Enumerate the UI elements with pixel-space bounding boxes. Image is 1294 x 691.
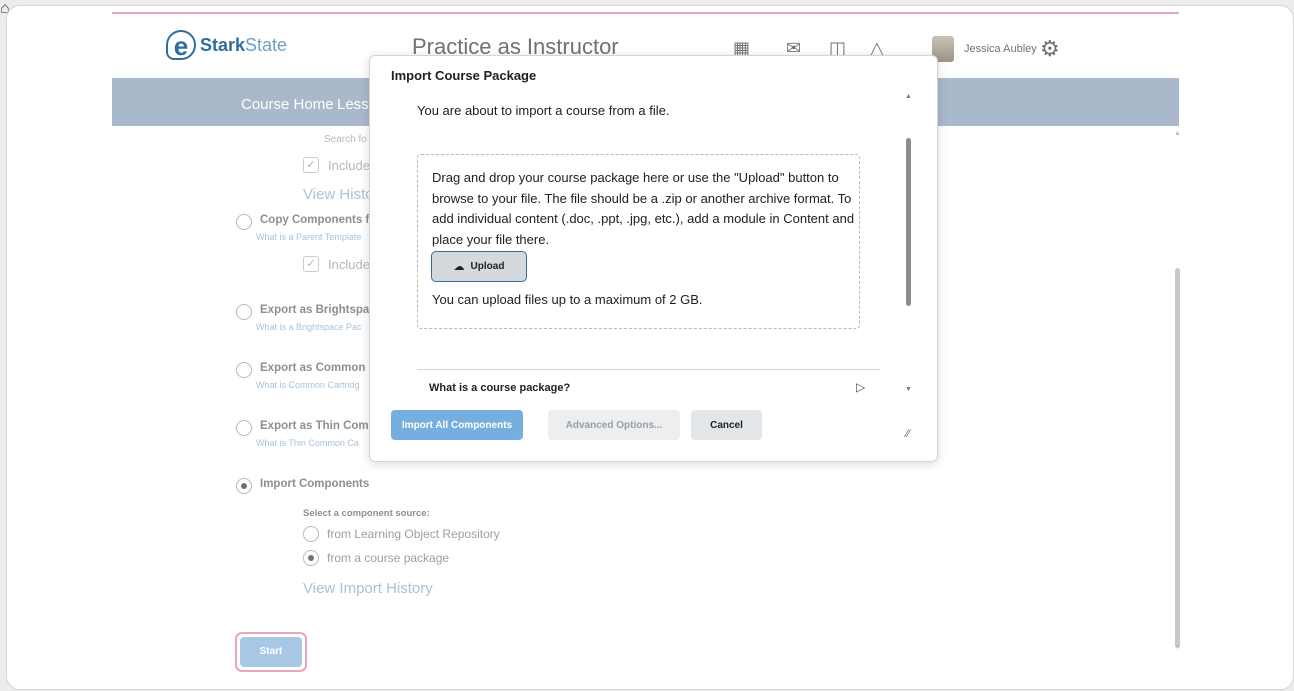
- dialog-scrollbar[interactable]: [906, 138, 911, 306]
- radio-button[interactable]: [236, 214, 252, 230]
- option-title: Export as Thin Comm: [260, 420, 379, 432]
- option-help-link[interactable]: What is a Brightspace Pac: [256, 322, 362, 332]
- upload-button[interactable]: ☁ Upload: [431, 251, 527, 282]
- import-all-components-button[interactable]: Import All Components: [391, 410, 523, 440]
- scroll-down-arrow[interactable]: ▼: [905, 386, 912, 393]
- radio-button[interactable]: [236, 420, 252, 436]
- component-source-label: Select a component source:: [303, 508, 430, 519]
- view-import-history-link[interactable]: View Import History: [303, 580, 433, 597]
- user-name[interactable]: Jessica Aubley: [964, 43, 1037, 55]
- radio-button-selected[interactable]: [236, 478, 252, 494]
- import-course-package-dialog: Import Course Package You are about to i…: [369, 55, 938, 462]
- radio-button[interactable]: [236, 304, 252, 320]
- search-input-hint[interactable]: Search fo: [324, 134, 367, 145]
- advanced-options-button[interactable]: Advanced Options...: [548, 410, 680, 440]
- option-title: Export as Common C: [260, 362, 377, 374]
- start-button[interactable]: Start: [240, 637, 302, 667]
- option-help-link[interactable]: What is Common Cartridg: [256, 380, 360, 390]
- logo-text-bold: Stark: [200, 34, 246, 55]
- divider: [417, 369, 880, 370]
- option-title: Copy Components fr: [260, 214, 374, 226]
- checkbox[interactable]: ✓: [303, 157, 319, 173]
- page-scrollbar[interactable]: [1175, 268, 1180, 648]
- view-history-link[interactable]: View Histo: [303, 186, 374, 203]
- radio-button[interactable]: [236, 362, 252, 378]
- logo-text-light: State: [245, 34, 288, 55]
- gear-icon[interactable]: ⚙: [1040, 36, 1060, 62]
- dialog-intro: You are about to import a course from a …: [417, 103, 670, 118]
- upload-size-limit: You can upload files up to a maximum of …: [432, 292, 703, 307]
- option-title: Export as Brightspace: [260, 304, 383, 316]
- option-title: Import Components: [260, 478, 370, 490]
- cancel-button[interactable]: Cancel: [691, 410, 762, 440]
- nav-course-home[interactable]: Course Home: [241, 96, 334, 113]
- option-help-link[interactable]: What is a Parent Template: [256, 232, 361, 242]
- checkbox[interactable]: ✓: [303, 256, 319, 272]
- source-label: from Learning Object Repository: [327, 527, 500, 541]
- course-package-accordion[interactable]: What is a course package?: [429, 382, 570, 394]
- option-help-link[interactable]: What is Thin Common Ca: [256, 438, 359, 448]
- upload-label: Upload: [470, 261, 505, 272]
- source-label: from a course package: [327, 551, 450, 565]
- file-dropzone[interactable]: Drag and drop your course package here o…: [417, 154, 860, 329]
- radio-button[interactable]: [303, 526, 319, 542]
- scroll-up-arrow[interactable]: ▲: [1174, 130, 1181, 137]
- chevron-right-icon[interactable]: ▷: [856, 380, 865, 394]
- resize-handle-icon[interactable]: ∕∕: [906, 428, 910, 440]
- starkstate-logo[interactable]: e Stark State: [166, 28, 287, 62]
- start-button-highlight: Start: [235, 632, 307, 672]
- dropzone-instructions: Drag and drop your course package here o…: [432, 170, 855, 247]
- scroll-down-arrow[interactable]: ▼: [1174, 644, 1181, 651]
- logo-e-icon: e: [166, 30, 196, 60]
- cloud-upload-icon: ☁: [453, 261, 465, 273]
- radio-button-selected[interactable]: [303, 550, 319, 566]
- scroll-up-arrow[interactable]: ▲: [905, 93, 912, 100]
- dialog-title: Import Course Package: [391, 68, 537, 83]
